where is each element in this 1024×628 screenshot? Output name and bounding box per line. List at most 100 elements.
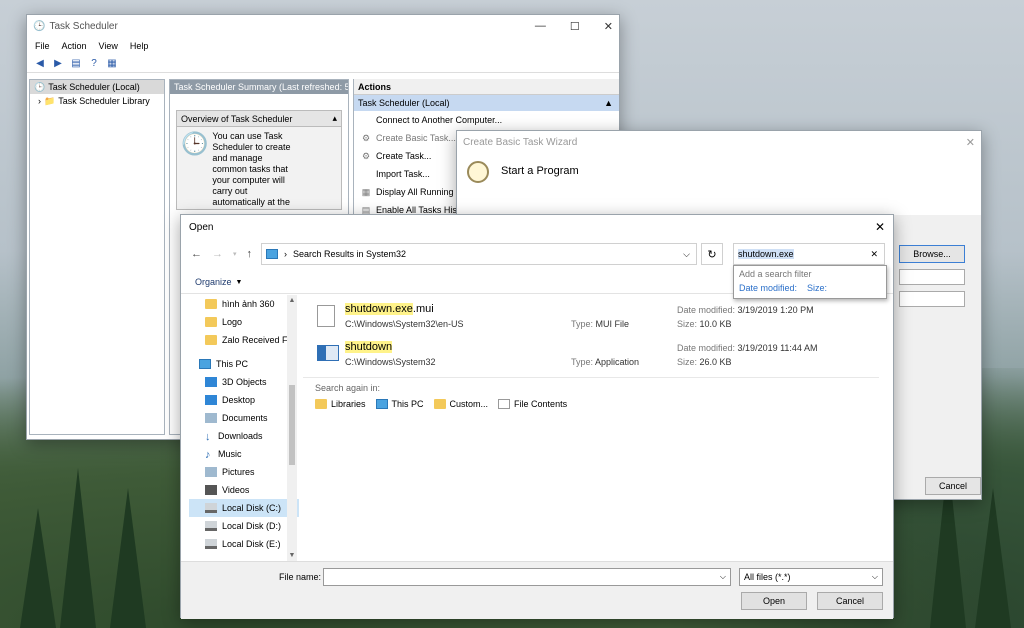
search-filter-popup: Add a search filter Date modified: Size: [733, 265, 887, 299]
collapse-triangle-icon[interactable]: ▲ [604, 95, 613, 111]
actions-subheader[interactable]: Task Scheduler (Local) ▲ [354, 95, 619, 111]
nav-item-local-disk-d[interactable]: Local Disk (D:) [189, 517, 299, 535]
wizard-cancel-button[interactable]: Cancel [925, 477, 981, 495]
search-again-this-pc[interactable]: This PC [375, 399, 424, 409]
search-again-libraries[interactable]: Libraries [315, 399, 366, 409]
search-input[interactable]: shutdown.exe ✕ [733, 243, 885, 265]
nav-item[interactable]: Videos [189, 481, 299, 499]
nav-item[interactable]: Desktop [189, 391, 299, 409]
menu-bar: File Action View Help [27, 37, 619, 55]
nav-item-local-disk-e[interactable]: Local Disk (E:) [189, 535, 299, 553]
close-icon[interactable]: ✕ [875, 220, 885, 234]
download-icon: ↓ [205, 431, 211, 443]
nav-item[interactable]: 3D Objects [189, 373, 299, 391]
nav-item[interactable]: hình ảnh 360 [189, 295, 299, 313]
expand-arrow-icon[interactable]: › [38, 96, 41, 106]
drive-icon [205, 539, 217, 549]
help-icon[interactable]: ? [87, 58, 101, 70]
up-arrow-icon[interactable]: ↑ [247, 248, 253, 260]
nav-item-label: Local Disk (D:) [222, 521, 282, 531]
nav-item-label: hình ảnh 360 [222, 299, 275, 309]
task-scheduler-titlebar: 🕒 Task Scheduler — ☐ ✕ [27, 15, 619, 37]
nav-item[interactable]: Logo [189, 313, 299, 331]
type-value: Application [595, 357, 640, 367]
breadcrumb: Search Results in System32 [293, 249, 407, 259]
show-hide-action-pane-icon[interactable]: ▦ [105, 58, 119, 70]
search-results-icon [266, 249, 278, 259]
cancel-button[interactable]: Cancel [817, 592, 883, 610]
open-button[interactable]: Open [741, 592, 807, 610]
scroll-up-icon[interactable]: ▲ [287, 297, 297, 304]
close-icon[interactable]: ✕ [966, 136, 975, 149]
nav-item[interactable]: Documents [189, 409, 299, 427]
collapse-arrow-icon[interactable]: ▴ [332, 113, 337, 124]
action-label: Connect to Another Computer... [376, 115, 503, 125]
nav-item[interactable]: Pictures [189, 463, 299, 481]
search-again-file-contents[interactable]: File Contents [498, 399, 567, 409]
file-type-select[interactable]: All files (*.*) ⌵ [739, 568, 883, 586]
maximize-icon[interactable]: ☐ [570, 20, 580, 33]
breadcrumb-chevron-icon[interactable]: › [284, 249, 287, 259]
close-icon[interactable]: ✕ [604, 20, 613, 33]
address-bar[interactable]: › Search Results in System32 ⌵ [261, 243, 697, 265]
back-arrow-icon[interactable]: ← [191, 248, 202, 260]
background-tree [975, 488, 1011, 628]
overview-header[interactable]: Overview of Task Scheduler ▴ [177, 111, 341, 127]
menu-help[interactable]: Help [130, 41, 149, 51]
scroll-down-icon[interactable]: ▼ [287, 552, 297, 559]
start-in-field[interactable] [899, 291, 965, 307]
background-tree [60, 468, 96, 628]
scroll-thumb[interactable] [289, 385, 295, 465]
file-name-input[interactable]: ⌵ [323, 568, 731, 586]
size-label: Size: [677, 319, 698, 329]
file-date: Date modified: 3/19/2019 11:44 AM [677, 343, 817, 353]
nav-item-this-pc[interactable]: This PC [189, 355, 299, 373]
organize-button[interactable]: Organize ▼ [195, 277, 242, 287]
file-date: Date modified: 3/19/2019 1:20 PM [677, 305, 814, 315]
size-label: Size: [677, 357, 698, 367]
type-value: MUI File [595, 319, 630, 329]
clock-icon: 🕒 [34, 81, 46, 92]
actions-header: Actions [354, 79, 619, 95]
search-again-custom[interactable]: Custom... [433, 399, 488, 409]
forward-arrow-icon[interactable]: ▶ [51, 58, 65, 70]
clear-search-icon[interactable]: ✕ [870, 249, 878, 260]
option-label: File Contents [514, 399, 568, 409]
forward-arrow-icon[interactable]: → [212, 248, 223, 260]
search-query: shutdown.exe [738, 249, 794, 259]
open-dialog-titlebar: Open ✕ [181, 215, 893, 239]
tree-item-task-scheduler-library[interactable]: › 📁 Task Scheduler Library [30, 94, 164, 108]
chevron-down-icon[interactable]: ⌵ [720, 572, 726, 582]
action-label: Create Task... [376, 151, 432, 161]
nav-item[interactable]: ♪ Music [189, 445, 299, 463]
filter-size[interactable]: Size: [807, 283, 827, 293]
nav-item-local-disk-c[interactable]: Local Disk (C:) [189, 499, 299, 517]
drive-icon [205, 503, 217, 513]
list-item[interactable]: shutdown.exe.mui C:\Windows\System32\en-… [303, 295, 889, 333]
action-label: Create Basic Task... [376, 133, 456, 143]
arguments-field[interactable] [899, 269, 965, 285]
list-icon: ▦ [361, 186, 371, 197]
menu-action[interactable]: Action [62, 41, 87, 51]
nav-item[interactable]: Zalo Received Fi [189, 331, 299, 349]
file-name: shutdown [345, 341, 393, 353]
chevron-down-icon[interactable]: ⌵ [683, 249, 690, 260]
actions-subheader-label: Task Scheduler (Local) [358, 98, 450, 108]
filter-date-modified[interactable]: Date modified: [739, 283, 797, 293]
file-icon [317, 305, 335, 327]
action-connect[interactable]: Connect to Another Computer... [354, 111, 619, 129]
nav-item[interactable]: ↓ Downloads [189, 427, 299, 445]
minimize-icon[interactable]: — [535, 20, 546, 33]
navigation-scrollbar[interactable]: ▲ ▼ [287, 295, 297, 561]
tree-item-task-scheduler-local[interactable]: 🕒 Task Scheduler (Local) [30, 80, 164, 94]
list-item[interactable]: shutdown C:\Windows\System32 Type: Appli… [303, 333, 889, 371]
recent-dropdown-icon[interactable]: ▾ [233, 250, 237, 258]
back-arrow-icon[interactable]: ◀ [33, 58, 47, 70]
menu-file[interactable]: File [35, 41, 50, 51]
show-hide-tree-icon[interactable]: ▤ [69, 58, 83, 70]
menu-view[interactable]: View [99, 41, 118, 51]
refresh-button[interactable]: ↻ [701, 243, 723, 265]
browse-button[interactable]: Browse... [899, 245, 965, 263]
application-icon [317, 345, 339, 361]
documents-icon [205, 413, 217, 423]
